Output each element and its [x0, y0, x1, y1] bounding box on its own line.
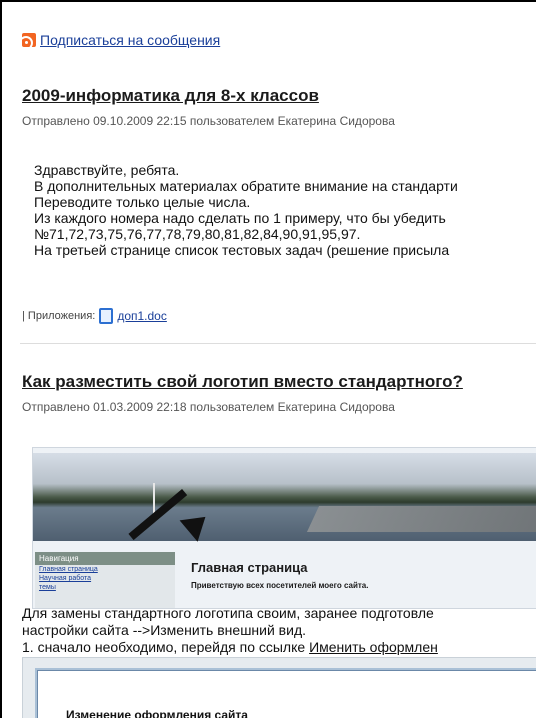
screenshot-navigation: Навигация Главная страница Научная работ…	[35, 552, 175, 608]
post-line: Из каждого номера надо сделать по 1 прим…	[34, 210, 446, 226]
post-line: В дополнительных материалах обратите вни…	[34, 178, 458, 194]
doc-icon	[99, 308, 114, 324]
nav-item: Научная работа	[39, 575, 92, 582]
post-line: Здравствуйте, ребята.	[34, 162, 180, 178]
post-divider	[20, 343, 536, 344]
rss-icon	[22, 33, 36, 47]
screenshot-page-heading: Главная страница	[191, 560, 308, 575]
embedded-screenshot: Навигация Главная страница Научная работ…	[32, 447, 536, 609]
rss-subscribe-link[interactable]: Подписаться на сообщения	[40, 32, 220, 48]
post-body: Для замены стандартного логотипа своим, …	[22, 605, 438, 656]
form-title: Изменение оформления сайта	[66, 708, 248, 718]
attachments: | Приложения: доп1.doc	[22, 308, 167, 324]
post-line: 1. сначало необходимо, перейдя по ссылке…	[22, 639, 438, 656]
change-design-link[interactable]: Именить оформлен	[309, 639, 438, 655]
logo-banner-image	[33, 453, 536, 541]
nav-item: темы	[39, 584, 56, 591]
post-title[interactable]: 2009-информатика для 8-х классов	[22, 86, 319, 106]
post-meta: Отправлено 01.03.2009 22:18 пользователе…	[22, 400, 395, 414]
post-line: На третьей странице список тестовых зада…	[34, 242, 450, 258]
pier-image	[306, 506, 536, 532]
post-line: Переводите только целые числа.	[34, 194, 251, 210]
attachments-label: | Приложения:	[22, 310, 96, 322]
post-title[interactable]: Как разместить свой логотип вместо станд…	[22, 372, 463, 392]
post-line: №71,72,73,75,76,77,78,79,80,81,82,84,90,…	[34, 226, 361, 242]
post-line: Для замены стандартного логотипа своим, …	[22, 605, 434, 621]
page-frame: Подписаться на сообщения 2009-информатик…	[0, 0, 536, 718]
post-meta: Отправлено 09.10.2009 22:15 пользователе…	[22, 114, 395, 128]
post-line: настройки сайта -->Изменить внешний вид.	[22, 622, 306, 638]
post-body: Здравствуйте, ребята. В дополнительных м…	[34, 162, 458, 258]
screenshot-page-subtitle: Приветствую всех посетителей моего сайта…	[191, 581, 369, 590]
post-line-prefix: 1. сначало необходимо, перейдя по ссылке	[22, 639, 310, 655]
nav-item: Главная страница	[39, 566, 98, 573]
attachment-link[interactable]: доп1.doc	[117, 309, 167, 323]
rss-subscribe[interactable]: Подписаться на сообщения	[22, 32, 220, 48]
nav-header: Навигация	[35, 552, 175, 565]
